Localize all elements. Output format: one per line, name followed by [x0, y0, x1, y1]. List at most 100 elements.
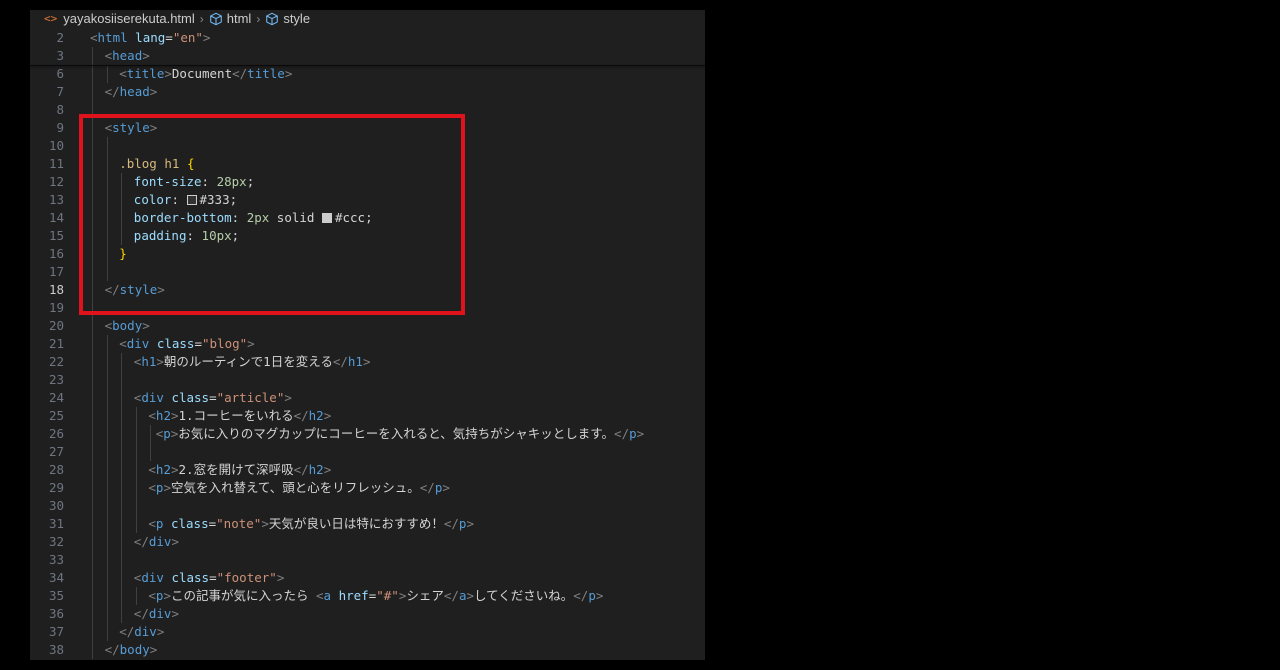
code-line[interactable]: 37 </div> [30, 623, 705, 641]
code-line[interactable]: 31 <p class="note">天気が良い日は特におすすめ！</p> [30, 515, 705, 533]
code-token: Document [171, 66, 233, 81]
indent-guide [106, 533, 108, 551]
line-number: 2 [56, 30, 64, 45]
code-token: body [119, 642, 150, 657]
code-line[interactable]: 32 </div> [30, 533, 705, 551]
code-text: <html lang="en"> [90, 29, 210, 47]
code-token: "footer" [216, 570, 277, 585]
code-line[interactable]: 38 </body> [30, 641, 705, 659]
code-token: </ [573, 588, 589, 603]
code-text: <div class="article"> [134, 389, 292, 407]
code-token: class [170, 516, 209, 531]
code-token: = [194, 336, 202, 351]
line-number: 16 [48, 246, 64, 261]
indent-guide [135, 443, 137, 461]
code-text: <h2>2.窓を開けて深呼吸</h2> [148, 461, 331, 479]
code-line[interactable]: 29 <p>空気を入れ替えて、頭と心をリフレッシュ。</p> [30, 479, 705, 497]
indent-guide [121, 497, 123, 515]
line-number: 14 [48, 210, 64, 225]
code-token: div [134, 624, 157, 639]
code-line[interactable]: 30 [30, 497, 705, 515]
code-token: class [171, 390, 210, 405]
code-line[interactable]: 23 [30, 371, 705, 389]
cube-icon [266, 12, 279, 26]
code-line[interactable]: 3 <head> [30, 47, 705, 65]
code-text: <p>お気に入りのマグカップにコーヒーを入れると、気持ちがシャキッとします。</… [156, 425, 644, 443]
line-number: 24 [48, 390, 64, 405]
code-line[interactable]: 21 <div class="blog"> [30, 335, 705, 353]
code-line[interactable]: 34 <div class="footer"> [30, 569, 705, 587]
indent-guide [106, 371, 108, 389]
code-token: > [247, 336, 255, 351]
code-token: この記事が気に入ったら [170, 588, 317, 603]
code-token: p [588, 588, 596, 603]
code-token: </ [119, 624, 135, 639]
indent-guide [92, 515, 93, 533]
line-number: 10 [48, 138, 64, 153]
indent-guide [121, 569, 123, 587]
line-number: 13 [48, 192, 64, 207]
line-number: 32 [48, 534, 64, 549]
code-token: p [163, 426, 171, 441]
indent-guide [92, 371, 93, 389]
line-number: 21 [48, 336, 64, 351]
code-line[interactable]: 35 <p>この記事が気に入ったら <a href="#">シェア</a>してくだ… [30, 587, 705, 605]
code-token: > [276, 570, 285, 585]
code-token: div [141, 390, 164, 405]
code-token: > [171, 534, 179, 549]
code-token: </ [443, 516, 459, 531]
code-token: h1 [347, 354, 363, 369]
line-number: 25 [48, 408, 64, 423]
code-line[interactable]: 33 [30, 551, 705, 569]
code-line[interactable]: 6 <title>Document</title> [30, 65, 705, 83]
code-line[interactable]: 26 <p>お気に入りのマグカップにコーヒーを入れると、気持ちがシャキッとします。… [30, 425, 705, 443]
breadcrumb-item-html[interactable]: html [227, 10, 252, 28]
code-token: "blog" [202, 336, 248, 351]
code-line[interactable]: 27 [30, 443, 705, 461]
code-token: body [112, 318, 143, 333]
code-token: > [362, 354, 371, 369]
code-text: <div class="footer"> [134, 569, 285, 587]
cube-icon [209, 12, 222, 26]
indent-guide [121, 389, 123, 407]
line-number: 12 [48, 174, 64, 189]
code-token: h2 [308, 408, 324, 423]
code-token: < [104, 318, 113, 333]
code-token: < [316, 588, 324, 603]
indent-guide [106, 605, 108, 623]
code-text: <p class="note">天気が良い日は特におすすめ！</p> [148, 515, 474, 533]
chevron-right-icon: › [199, 12, 204, 26]
code-line[interactable]: 7 </head> [30, 83, 705, 101]
indent-guide [92, 65, 93, 83]
indent-guide [135, 407, 137, 425]
code-text: <head> [105, 47, 150, 65]
line-number: 38 [48, 642, 64, 657]
code-token: </ [443, 588, 459, 603]
code-token: div [126, 336, 150, 351]
code-text: </div> [119, 623, 164, 641]
code-line[interactable]: 25 <h2>1.コーヒーをいれる</h2> [30, 407, 705, 425]
code-token: 朝のルーティンで1日を変える [163, 354, 333, 369]
indent-guide [121, 479, 123, 497]
line-number: 9 [56, 120, 64, 135]
code-line[interactable]: 36 </div> [30, 605, 705, 623]
code-line[interactable]: 2 <html lang="en"> [30, 29, 705, 47]
code-text: <div class="blog"> [119, 335, 255, 353]
line-number: 30 [48, 498, 64, 513]
indent-guide [92, 335, 93, 353]
indent-guide [106, 425, 108, 443]
code-token: head [119, 84, 150, 99]
indent-guide [106, 587, 108, 605]
code-line[interactable]: 22 <h1>朝のルーティンで1日を変える</h1> [30, 353, 705, 371]
code-line[interactable]: 28 <h2>2.窓を開けて深呼吸</h2> [30, 461, 705, 479]
code-token: < [119, 336, 127, 351]
code-line[interactable]: 20 <body> [30, 317, 705, 335]
breadcrumb-item-style[interactable]: style [283, 10, 310, 28]
indent-guide [106, 461, 108, 479]
code-editor[interactable]: <> yayakosiiserekuta.html › html › style… [30, 10, 705, 660]
breadcrumb-file[interactable]: yayakosiiserekuta.html [63, 10, 195, 28]
code-line[interactable]: 24 <div class="article"> [30, 389, 705, 407]
code-token: html [97, 30, 128, 45]
indent-guide [135, 515, 137, 533]
